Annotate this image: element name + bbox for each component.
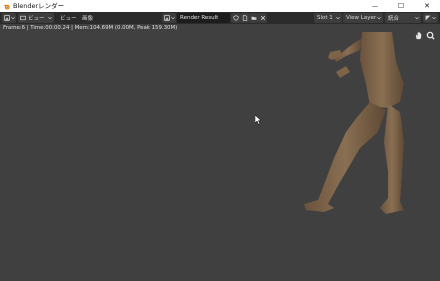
chevron-down-icon [432, 16, 436, 20]
mouse-cursor-icon [255, 115, 262, 125]
unlink-image-button[interactable] [258, 13, 267, 23]
editor-type-button[interactable] [2, 13, 16, 23]
image-browse-icon [163, 15, 170, 21]
display-channels-button[interactable] [423, 13, 438, 23]
image-editor-header: ビュー ビュー 画像 Render Result Slot 1 View Lay… [0, 12, 440, 24]
view-mode-icon [20, 15, 26, 21]
mode-dropdown[interactable]: ビュー [18, 13, 54, 23]
close-window-icon: ✕ [424, 2, 430, 10]
chevron-down-icon [48, 16, 52, 20]
slot-dropdown[interactable]: Slot 1 [314, 13, 342, 23]
window-title-bar: Blenderレンダー — ☐ ✕ [0, 0, 440, 12]
fake-user-button[interactable] [231, 13, 240, 23]
chevron-down-icon [415, 16, 419, 20]
maximize-button[interactable]: ☐ [388, 0, 414, 12]
maximize-icon: ☐ [397, 2, 405, 10]
chevron-down-icon [336, 16, 340, 20]
image-name-field[interactable]: Render Result [177, 13, 230, 23]
view-layer-dropdown[interactable]: View Layer [343, 13, 383, 23]
minimize-icon: — [372, 2, 378, 10]
view-layer-value: View Layer [346, 15, 377, 21]
mode-dropdown-label: ビュー [28, 16, 45, 22]
menu-image-label: 画像 [82, 16, 94, 22]
render-pass-dropdown[interactable]: 統合 [385, 13, 421, 23]
window-title: Blenderレンダー [13, 2, 65, 10]
chevron-down-icon [10, 16, 15, 20]
image-browse-button[interactable] [162, 13, 176, 23]
menu-view-label: ビュー [60, 16, 77, 22]
zoom-icon[interactable] [425, 30, 435, 40]
menu-view[interactable]: ビュー [60, 13, 78, 23]
open-image-button[interactable] [249, 13, 258, 23]
render-info-text: Frame:6 | Time:00:00.24 | Mem:104.69M (0… [3, 25, 178, 31]
image-name-value: Render Result [180, 15, 219, 21]
close-icon [260, 15, 265, 21]
editor-type-icon [3, 15, 10, 21]
display-channels-icon [425, 15, 431, 21]
chevron-down-icon [170, 16, 175, 20]
new-image-icon [242, 15, 247, 21]
chevron-down-icon [377, 16, 381, 20]
open-image-icon [251, 16, 256, 20]
new-image-button[interactable] [240, 13, 249, 23]
render-pass-value: 統合 [388, 16, 400, 22]
blender-logo-icon [3, 3, 10, 10]
shield-icon [232, 15, 239, 21]
minimize-button[interactable]: — [362, 0, 388, 12]
slot-value: Slot 1 [317, 15, 333, 21]
close-window-button[interactable]: ✕ [414, 0, 440, 12]
render-result-figure [304, 32, 404, 214]
menu-image[interactable]: 画像 [82, 13, 96, 23]
